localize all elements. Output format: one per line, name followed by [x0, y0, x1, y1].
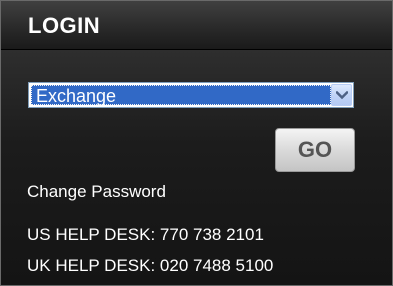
- uk-help-desk-text: UK HELP DESK: 020 7488 5100: [27, 256, 274, 275]
- us-help-desk-text: US HELP DESK: 770 738 2101: [27, 225, 264, 244]
- go-button[interactable]: GO: [275, 128, 355, 172]
- server-select[interactable]: Exchange: [28, 82, 354, 108]
- server-select-value: Exchange: [31, 85, 331, 106]
- dropdown-arrow-button[interactable]: [331, 84, 352, 106]
- change-password-link[interactable]: Change Password: [27, 182, 166, 202]
- panel-title: LOGIN: [28, 13, 101, 38]
- chevron-down-icon: [336, 91, 348, 100]
- login-panel: LOGIN Exchange GO Change Password US HEL…: [0, 0, 393, 286]
- panel-header: LOGIN: [1, 1, 392, 50]
